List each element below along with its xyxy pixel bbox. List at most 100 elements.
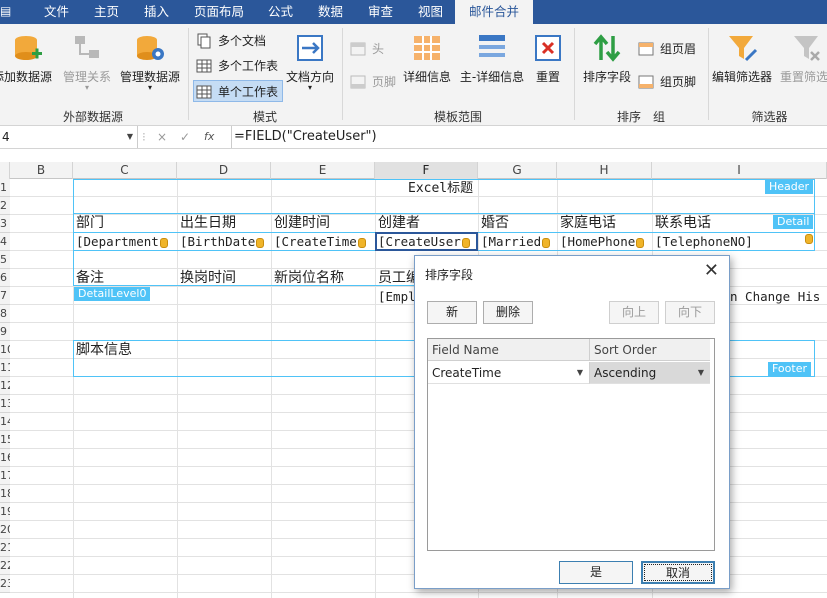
column-header-f[interactable]: F xyxy=(375,162,478,179)
column-header-h[interactable]: H xyxy=(557,162,652,179)
tab-insert[interactable]: 插入 xyxy=(144,0,169,24)
cell-i7[interactable]: n Change His xyxy=(730,288,820,306)
multi-document-option[interactable]: 多个文档 xyxy=(194,30,284,52)
sort-order-select[interactable]: Ascending ▼ xyxy=(590,362,710,384)
cell-c10[interactable]: 脚本信息 xyxy=(76,341,132,359)
reset-filter-button[interactable]: 重置筛选 xyxy=(778,24,827,104)
manage-relations-button[interactable]: 管理关系 ▾ xyxy=(60,24,114,104)
footer-range-button[interactable]: 页脚 xyxy=(348,71,402,93)
row-header[interactable]: 17 xyxy=(0,467,10,485)
row-header[interactable]: 1 xyxy=(0,179,10,197)
tab-review[interactable]: 审查 xyxy=(368,0,393,24)
row-header[interactable]: 21 xyxy=(0,539,10,557)
cell-f4[interactable]: [CreateUser xyxy=(378,233,477,251)
cell-e4[interactable]: [CreateTime xyxy=(274,233,374,251)
row-header[interactable]: 7 xyxy=(0,287,10,305)
tab-view[interactable]: 视图 xyxy=(418,0,443,24)
chevron-down-icon[interactable]: ▼ xyxy=(577,362,583,384)
cell-f7[interactable]: [Empl xyxy=(378,288,416,306)
row-header[interactable]: 5 xyxy=(0,251,10,269)
cell-i3[interactable]: 联系电话 xyxy=(655,214,711,232)
row-header[interactable]: 22 xyxy=(0,557,10,575)
column-header-e[interactable]: E xyxy=(271,162,375,179)
field-db-icon xyxy=(159,237,168,248)
row-header[interactable]: 4 xyxy=(0,233,10,251)
cell-d6[interactable]: 换岗时间 xyxy=(180,269,236,287)
cell-title[interactable]: Excel标题 xyxy=(408,180,473,198)
select-all-corner[interactable] xyxy=(0,162,10,179)
cell-f3[interactable]: 创建者 xyxy=(378,214,420,232)
chevron-down-icon[interactable]: ▼ xyxy=(698,362,704,384)
tab-page-layout[interactable]: 页面布局 xyxy=(194,0,244,24)
ok-button[interactable]: 是 xyxy=(559,561,633,584)
cell-d3[interactable]: 出生日期 xyxy=(180,214,236,232)
manage-datasource-button[interactable]: 管理数据源 ▾ xyxy=(118,24,182,104)
row-header[interactable]: 12 xyxy=(0,377,10,395)
field-name-select[interactable]: CreateTime ▼ xyxy=(428,362,590,384)
row-header[interactable]: 20 xyxy=(0,521,10,539)
cell-g3[interactable]: 婚否 xyxy=(481,214,509,232)
row-header[interactable]: 8 xyxy=(0,305,10,323)
tab-file[interactable]: 文件 xyxy=(44,0,69,24)
tab-mail-merge[interactable]: 邮件合并 xyxy=(455,0,534,25)
column-header-d[interactable]: D xyxy=(177,162,271,179)
enter-formula-icon[interactable]: ✓ xyxy=(180,126,190,148)
row-header[interactable]: 14 xyxy=(0,413,10,431)
row-header[interactable]: 23 xyxy=(0,575,10,593)
row-header[interactable]: 13 xyxy=(0,395,10,413)
cell-e3[interactable]: 创建时间 xyxy=(274,214,330,232)
add-datasource-button[interactable]: 添加数据源 xyxy=(0,24,56,104)
cell-i4[interactable]: [TelephoneNO] xyxy=(655,233,753,251)
cancel-formula-icon[interactable]: × xyxy=(157,126,167,148)
detail-range-button[interactable]: 详细信息 xyxy=(400,24,454,104)
group-header-button[interactable]: 组页眉 xyxy=(636,38,706,60)
insert-function-icon[interactable]: fx xyxy=(204,126,214,148)
column-header-c[interactable]: C xyxy=(73,162,177,179)
row-header[interactable]: 10 xyxy=(0,341,10,359)
cancel-button[interactable]: 取消 xyxy=(641,561,715,584)
name-box-dropdown-icon[interactable]: ▼ xyxy=(127,126,133,148)
cell-h4[interactable]: [HomePhone xyxy=(560,233,651,251)
header-range-button[interactable]: 头 xyxy=(348,38,398,60)
grid-column-line xyxy=(271,179,272,598)
reset-range-button[interactable]: 重置 xyxy=(528,24,568,104)
sort-fields-button[interactable]: 排序字段 xyxy=(580,24,634,104)
new-sort-field-button[interactable]: 新 xyxy=(427,301,477,324)
edit-filter-button[interactable]: 编辑筛选器 xyxy=(710,24,774,104)
close-icon[interactable]: ✕ xyxy=(704,260,719,281)
column-header-i[interactable]: I xyxy=(652,162,827,179)
tab-formulas[interactable]: 公式 xyxy=(268,0,293,24)
row-header[interactable]: 6 xyxy=(0,269,10,287)
move-up-button[interactable]: 向上 xyxy=(609,301,659,324)
cell-c4[interactable]: [Department xyxy=(76,233,176,251)
column-header-b[interactable]: B xyxy=(10,162,73,179)
formula-input[interactable]: =FIELD("CreateUser") xyxy=(231,126,377,148)
app-menu-icon[interactable]: ▤ xyxy=(0,4,14,20)
move-down-button[interactable]: 向下 xyxy=(665,301,715,324)
row-header[interactable]: 9 xyxy=(0,323,10,341)
column-header-g[interactable]: G xyxy=(478,162,557,179)
cell-e6[interactable]: 新岗位名称 xyxy=(274,269,344,287)
cell-c6[interactable]: 备注 xyxy=(76,269,104,287)
filter-edit-icon xyxy=(729,36,758,62)
row-header[interactable]: 19 xyxy=(0,503,10,521)
name-box[interactable]: 4 ▼ xyxy=(0,126,138,148)
document-direction-button[interactable]: 文档方向 ▾ xyxy=(284,24,336,104)
row-header[interactable]: 16 xyxy=(0,449,10,467)
row-header[interactable]: 18 xyxy=(0,485,10,503)
single-sheet-option[interactable]: 单个工作表 xyxy=(193,80,283,102)
group-footer-button[interactable]: 组页脚 xyxy=(636,71,706,93)
cell-h3[interactable]: 家庭电话 xyxy=(560,214,616,232)
delete-sort-field-button[interactable]: 删除 xyxy=(483,301,533,324)
row-header[interactable]: 11 xyxy=(0,359,10,377)
row-header[interactable]: 3 xyxy=(0,215,10,233)
cell-c3[interactable]: 部门 xyxy=(76,214,104,232)
tab-home[interactable]: 主页 xyxy=(94,0,119,24)
multi-sheet-option[interactable]: 多个工作表 xyxy=(194,55,284,77)
tab-data[interactable]: 数据 xyxy=(318,0,343,24)
row-header[interactable]: 15 xyxy=(0,431,10,449)
cell-d4[interactable]: [BirthDate xyxy=(180,233,270,251)
row-header[interactable]: 2 xyxy=(0,197,10,215)
master-detail-range-button[interactable]: 主-详细信息 xyxy=(458,24,526,104)
cell-g4[interactable]: [Married xyxy=(481,233,556,251)
